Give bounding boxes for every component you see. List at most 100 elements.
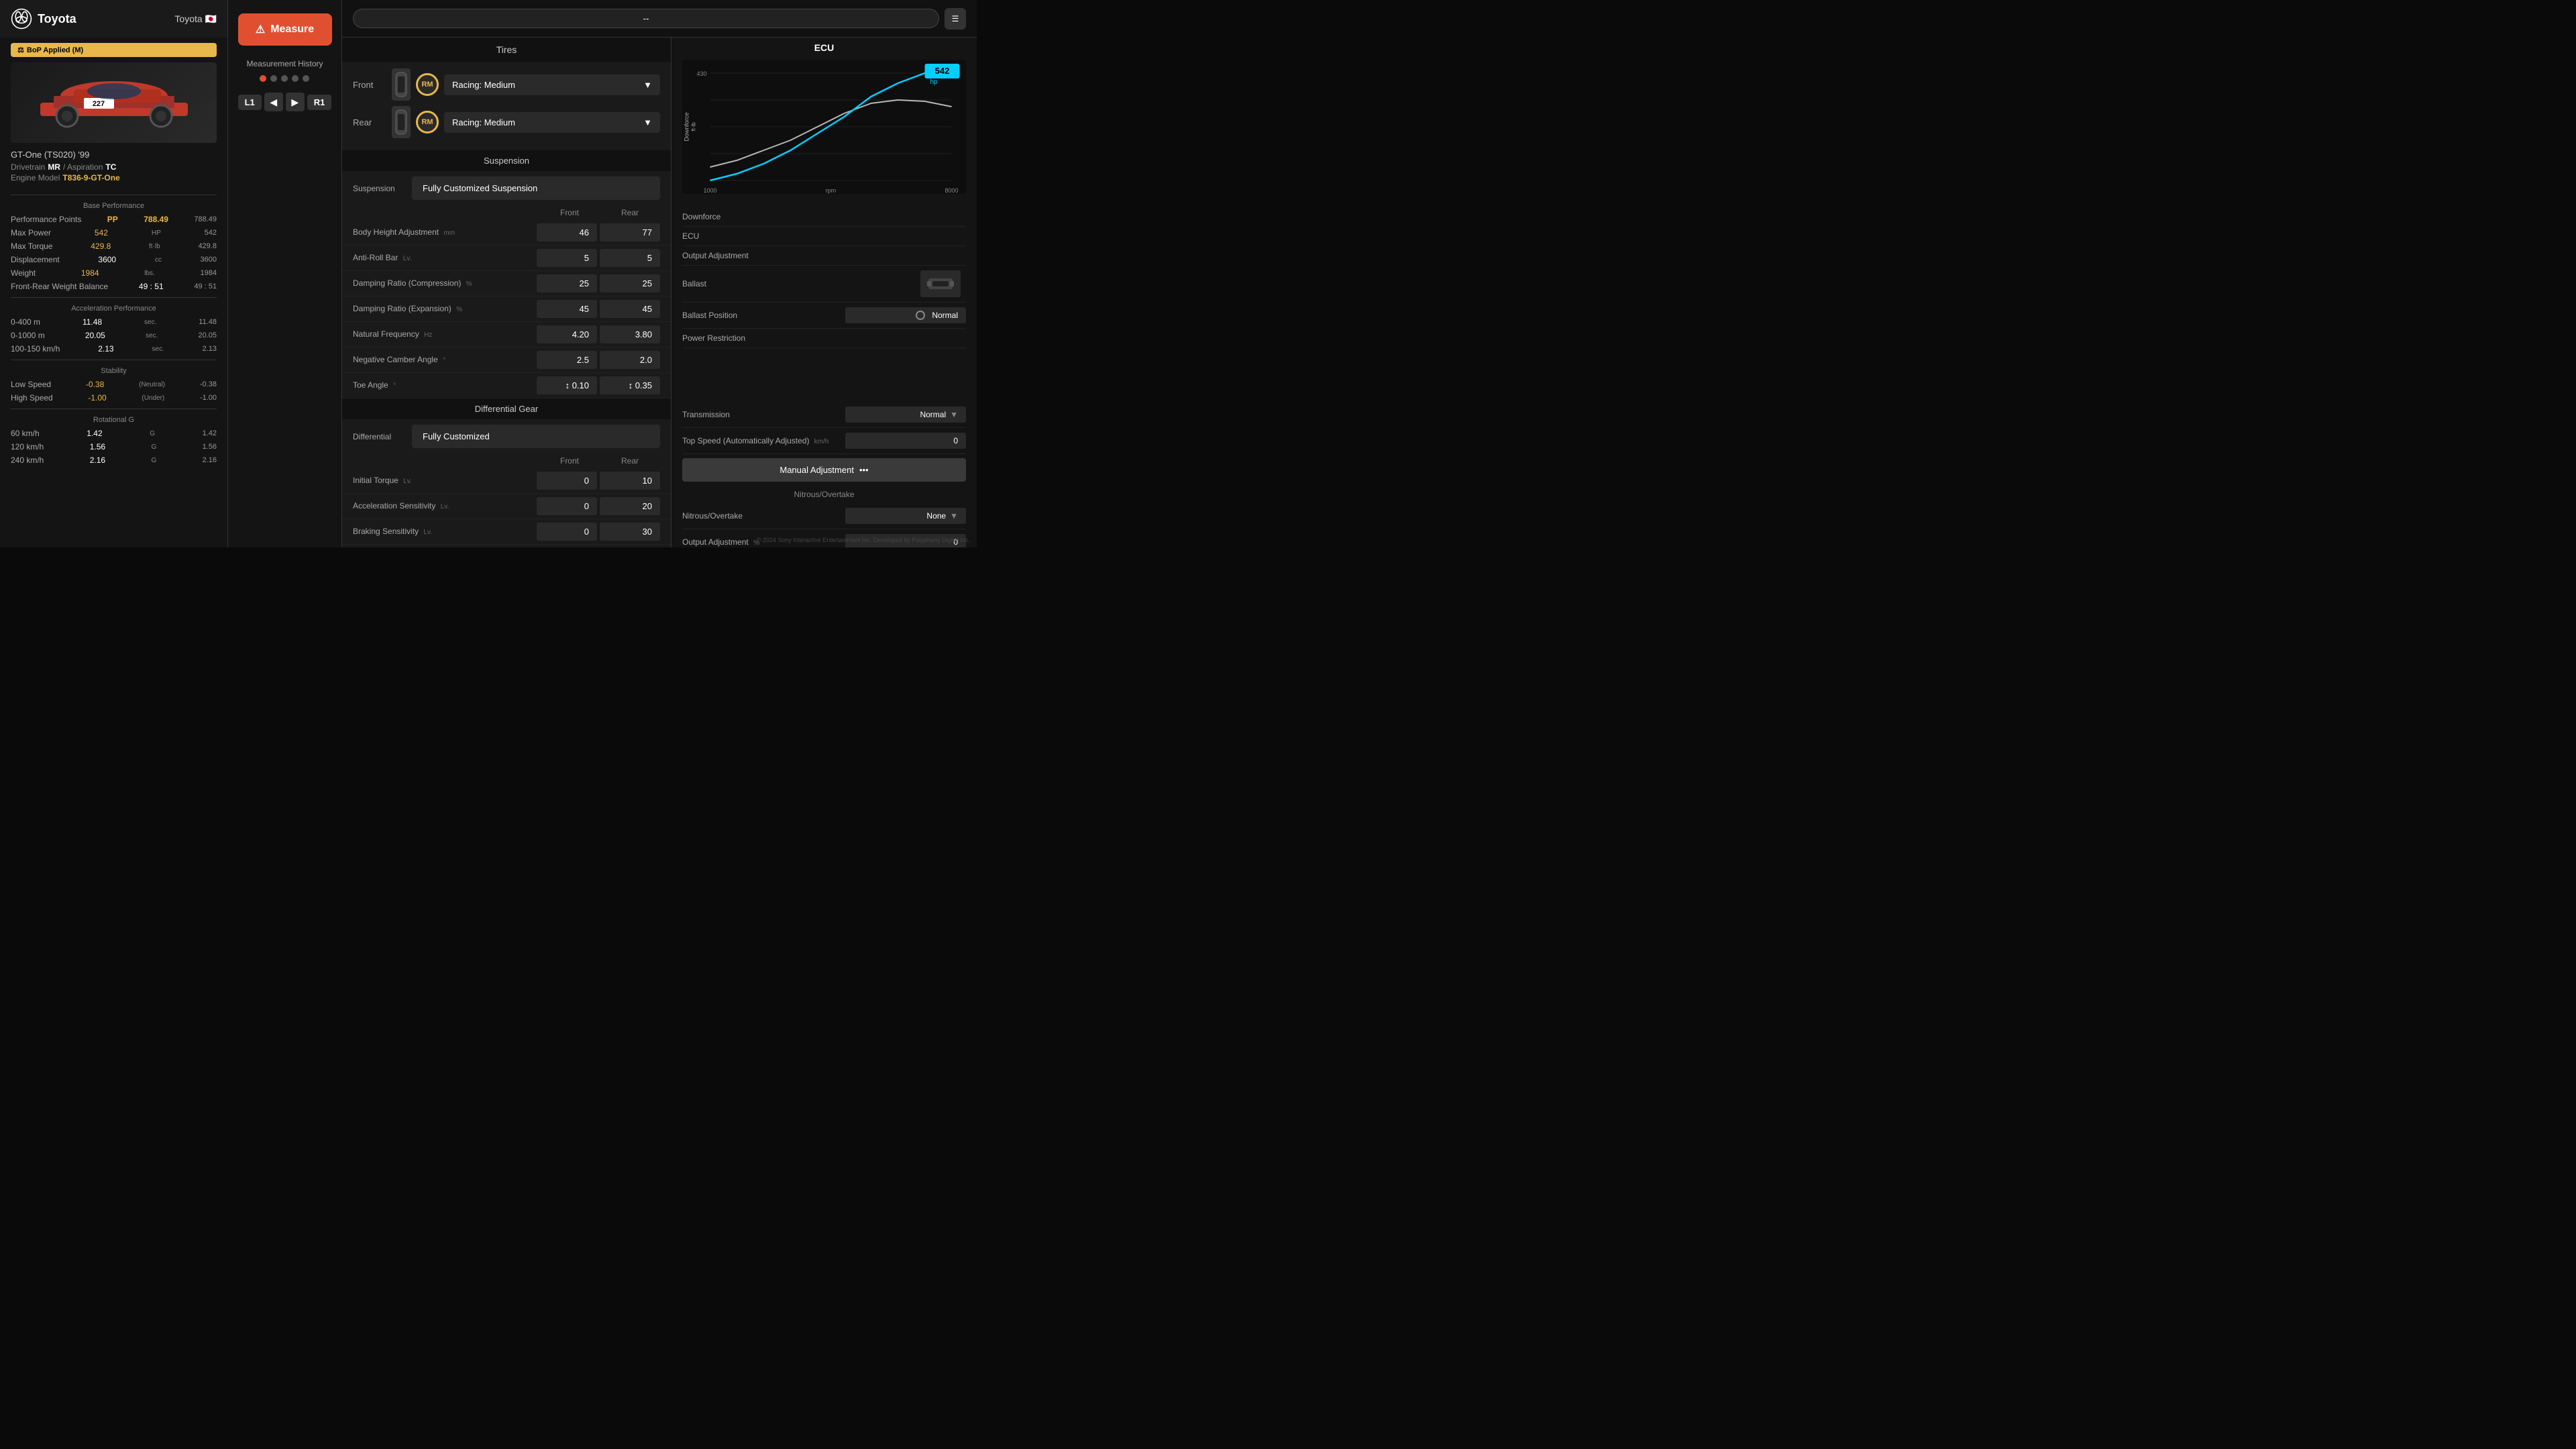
r240-compare: 2.16 bbox=[203, 456, 217, 464]
top-bar: -- ☰ bbox=[342, 0, 977, 38]
suspension-type-value: Fully Customized Suspension bbox=[423, 183, 537, 193]
accel-sens-label: Acceleration Sensitivity Lv. bbox=[353, 501, 534, 512]
rear-tire-select[interactable]: Racing: Medium ▼ bbox=[444, 112, 660, 133]
top-speed-value[interactable]: 0 bbox=[845, 433, 966, 449]
history-dot-2[interactable] bbox=[270, 75, 277, 82]
next-button[interactable]: ▶ bbox=[286, 93, 305, 111]
a0-400-row: 0-400 m 11.48 sec. 11.48 bbox=[11, 315, 217, 329]
natural-freq-rear[interactable]: 3.80 bbox=[600, 325, 660, 343]
initial-torque-rear[interactable]: 10 bbox=[600, 472, 660, 490]
transmission-value[interactable]: Normal ▼ bbox=[845, 407, 966, 423]
tire-svg bbox=[394, 71, 408, 98]
history-dot-3[interactable] bbox=[281, 75, 288, 82]
toe-angle-row: Toe Angle ° ↕ 0.10 ↕ 0.35 bbox=[342, 373, 671, 398]
accel-sens-front[interactable]: 0 bbox=[537, 497, 597, 515]
top-speed-row: Top Speed (Automatically Adjusted) km/h … bbox=[682, 428, 966, 454]
low-speed-label: Low Speed bbox=[11, 380, 51, 389]
ecu-title: ECU bbox=[672, 36, 977, 53]
differential-type-row: Differential Fully Customized bbox=[342, 419, 671, 453]
history-dot-5[interactable] bbox=[303, 75, 309, 82]
rear-tire-row: Rear RM Racing: Medium ▼ bbox=[353, 106, 660, 138]
col-label-area bbox=[353, 208, 539, 217]
damping-exp-front[interactable]: 45 bbox=[537, 300, 597, 318]
max-power-compare: 542 bbox=[205, 229, 217, 237]
toe-angle-rear[interactable]: ↕ 0.35 bbox=[600, 376, 660, 394]
initial-torque-front[interactable]: 0 bbox=[537, 472, 597, 490]
car-svg: 227 bbox=[27, 72, 201, 133]
initial-torque-label: Initial Torque Lv. bbox=[353, 476, 534, 486]
copyright-text: © 2024 Sony Interactive Entertainment In… bbox=[757, 537, 970, 543]
front-tire-icon bbox=[392, 68, 411, 101]
displacement-value: 3600 bbox=[98, 255, 116, 264]
rear-tire-type: Racing: Medium bbox=[452, 117, 515, 127]
anti-roll-front[interactable]: 5 bbox=[537, 249, 597, 267]
body-height-row: Body Height Adjustment mm 46 77 bbox=[342, 220, 671, 246]
neg-camber-label: Negative Camber Angle ° bbox=[353, 355, 534, 366]
damping-exp-label: Damping Ratio (Expansion) % bbox=[353, 304, 534, 315]
r1-badge[interactable]: R1 bbox=[307, 95, 332, 110]
displacement-compare: 3600 bbox=[201, 256, 217, 264]
ballast-pos-radio bbox=[916, 311, 925, 320]
suspension-type-label: Suspension bbox=[353, 184, 407, 193]
rear-tire-icon bbox=[392, 106, 411, 138]
body-height-front[interactable]: 46 bbox=[537, 223, 597, 241]
diff-col-rear: Rear bbox=[600, 456, 660, 466]
downforce-label: Downforce bbox=[682, 212, 966, 221]
diff-col-front: Front bbox=[539, 456, 600, 466]
chart-area: 430 1000 rpm 8000 542 hp Downforce ft·lb bbox=[672, 53, 977, 207]
manual-adj-button[interactable]: Manual Adjustment ••• bbox=[682, 458, 966, 482]
differential-type-box[interactable]: Fully Customized bbox=[412, 425, 660, 448]
ballast-icon bbox=[927, 274, 954, 293]
anti-roll-rear[interactable]: 5 bbox=[600, 249, 660, 267]
damping-comp-rear[interactable]: 25 bbox=[600, 274, 660, 292]
a0-1000-value: 20.05 bbox=[85, 331, 105, 340]
rear-tire-badge: RM bbox=[421, 118, 433, 126]
r120-unit: G bbox=[151, 443, 156, 451]
measure-label: Measure bbox=[270, 23, 314, 36]
left-panel: Toyota Toyota 🇯🇵 ⚖ BoP Applied (M) bbox=[0, 0, 228, 547]
front-tire-select[interactable]: Racing: Medium ▼ bbox=[444, 74, 660, 95]
damping-exp-row: Damping Ratio (Expansion) % 45 45 bbox=[342, 297, 671, 322]
measure-button[interactable]: ⚠ Measure bbox=[238, 13, 332, 46]
nitrous-label: Nitrous/Overtake bbox=[682, 511, 845, 521]
rot-g-table: 60 km/h 1.42 G 1.42 120 km/h 1.56 G 1.56… bbox=[0, 427, 227, 467]
brand-name: Toyota bbox=[38, 12, 76, 26]
prev-button[interactable]: ◀ bbox=[264, 93, 283, 111]
l1-badge[interactable]: L1 bbox=[238, 95, 262, 110]
pp-value: 788.49 bbox=[144, 215, 168, 224]
history-dot-4[interactable] bbox=[292, 75, 299, 82]
manual-adj-dots: ••• bbox=[859, 465, 869, 475]
brake-sens-front[interactable]: 0 bbox=[537, 523, 597, 541]
damping-comp-front[interactable]: 25 bbox=[537, 274, 597, 292]
suspension-type-box[interactable]: Fully Customized Suspension bbox=[412, 176, 660, 200]
max-power-row: Max Power 542 HP 542 bbox=[11, 226, 217, 239]
natural-freq-front[interactable]: 4.20 bbox=[537, 325, 597, 343]
history-dot-1[interactable] bbox=[260, 75, 266, 82]
damping-exp-rear[interactable]: 45 bbox=[600, 300, 660, 318]
neg-camber-rear[interactable]: 2.0 bbox=[600, 351, 660, 369]
divider-2 bbox=[11, 297, 217, 298]
top-bar-search[interactable]: -- bbox=[353, 9, 939, 28]
nitrous-arrow: ▼ bbox=[950, 511, 958, 521]
ecu-row: ECU bbox=[682, 227, 966, 246]
drivetrain-value: MR bbox=[48, 162, 60, 172]
accel-header: Acceleration Performance bbox=[0, 302, 227, 315]
r120-row: 120 km/h 1.56 G 1.56 bbox=[11, 440, 217, 453]
torque-vec-row: Torque-Vectoring Center Differential Non… bbox=[342, 545, 671, 547]
rear-tire-arrow: ▼ bbox=[643, 117, 652, 127]
country-display: Toyota 🇯🇵 bbox=[174, 13, 217, 25]
r120-label: 120 km/h bbox=[11, 442, 44, 451]
damping-comp-row: Damping Ratio (Compression) % 25 25 bbox=[342, 271, 671, 297]
car-image: 227 bbox=[11, 62, 217, 143]
nitrous-value[interactable]: None ▼ bbox=[845, 508, 966, 524]
drivetrain-label: Drivetrain bbox=[11, 162, 45, 172]
neg-camber-front[interactable]: 2.5 bbox=[537, 351, 597, 369]
toe-angle-front[interactable]: ↕ 0.10 bbox=[537, 376, 597, 394]
body-height-rear[interactable]: 77 bbox=[600, 223, 660, 241]
menu-icon[interactable]: ☰ bbox=[945, 8, 966, 30]
accel-sens-rear[interactable]: 20 bbox=[600, 497, 660, 515]
svg-text:430: 430 bbox=[696, 70, 706, 77]
weight-value: 1984 bbox=[81, 268, 99, 278]
brake-sens-rear[interactable]: 30 bbox=[600, 523, 660, 541]
brand-logo: Toyota bbox=[11, 8, 76, 30]
